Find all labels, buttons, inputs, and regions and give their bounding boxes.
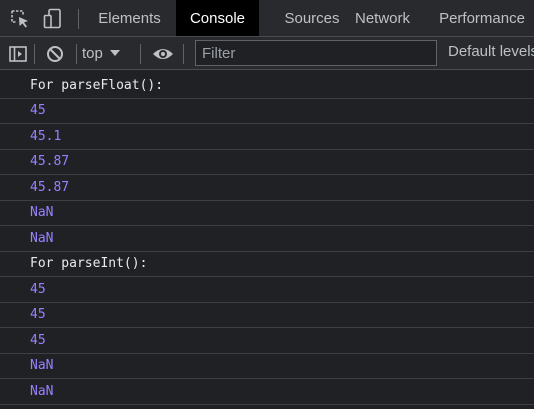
console-message: NaN	[0, 226, 534, 252]
log-levels-dropdown[interactable]: Default levels	[448, 43, 534, 60]
console-message: 45	[0, 328, 534, 354]
devtools-window: Elements Console Sources Network Perform…	[0, 0, 534, 409]
filter-input[interactable]	[195, 40, 437, 66]
context-selector[interactable]: top	[82, 42, 120, 64]
device-toolbar-icon[interactable]	[42, 8, 64, 30]
console-message: 45	[0, 277, 534, 303]
tab-network[interactable]: Network	[344, 0, 421, 36]
console-output: For parseFloat(): 45 45.1 45.87 45.87 Na…	[0, 73, 534, 409]
toolbar-divider	[140, 44, 141, 64]
dropdown-arrow-icon	[109, 50, 120, 56]
toolbar-divider	[183, 44, 184, 64]
console-message: 45	[0, 303, 534, 328]
context-label: top	[82, 44, 103, 62]
devtools-tab-bar: Elements Console Sources Network Perform…	[0, 0, 534, 37]
toolbar-divider	[76, 44, 77, 64]
console-message: NaN	[0, 354, 534, 379]
tab-console[interactable]: Console	[176, 0, 259, 36]
console-message: 45	[0, 99, 534, 124]
console-message: NaN	[0, 201, 534, 226]
toolbar-divider	[34, 44, 35, 64]
console-message: 45.87	[0, 175, 534, 201]
tab-elements[interactable]: Elements	[87, 0, 172, 36]
tab-performance[interactable]: Performance	[430, 0, 534, 36]
live-expression-eye-icon[interactable]	[152, 43, 174, 65]
console-message: 45.87	[0, 150, 534, 175]
console-message: NaN	[0, 379, 534, 405]
sidebar-toggle-icon[interactable]	[7, 43, 29, 65]
inspect-element-icon[interactable]	[9, 8, 31, 30]
clear-console-icon[interactable]	[44, 43, 66, 65]
console-message: 45.1	[0, 124, 534, 150]
toolbar-divider	[78, 9, 79, 29]
console-message: For parseFloat():	[0, 73, 534, 99]
console-message: For parseInt():	[0, 252, 534, 277]
console-toolbar: top Default levels	[0, 37, 534, 70]
